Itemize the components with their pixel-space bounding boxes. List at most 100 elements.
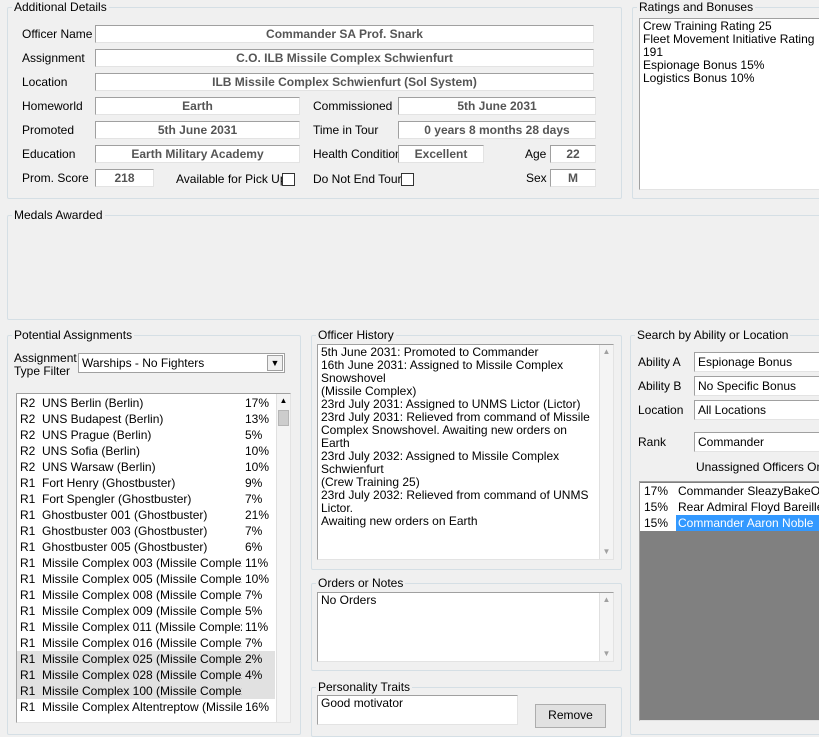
assignment-row[interactable]: R2 UNS Budapest (Berlin) 13%: [17, 411, 275, 427]
assignment-percent: 7%: [245, 492, 263, 506]
do-not-end-label: Do Not End Tour: [313, 172, 402, 186]
time-in-tour-field[interactable]: 0 years 8 months 28 days: [398, 121, 596, 139]
assignment-field[interactable]: C.O. ILB Missile Complex Schwienfurt: [95, 49, 594, 67]
assignment-code: R1: [20, 540, 36, 554]
commissioned-field[interactable]: 5th June 2031: [398, 97, 596, 115]
assignment-type-filter-select[interactable]: Warships - No Fighters ▼: [78, 353, 285, 373]
orders-scrollbar[interactable]: ▲ ▼: [599, 593, 613, 661]
available-checkbox[interactable]: [282, 173, 295, 186]
assignment-percent: 21%: [245, 508, 270, 522]
potential-assignments-list[interactable]: R2 UNS Berlin (Berlin) 17% R2 UNS Budapest (…: [16, 393, 291, 723]
assignment-row[interactable]: R2 UNS Warsaw (Berlin) 10%: [17, 459, 275, 475]
scroll-down-icon[interactable]: ▼: [600, 545, 613, 559]
search-result-row[interactable]: 15% Rear Admiral Floyd Bareilles: [640, 499, 819, 515]
assignment-percent: 7%: [245, 588, 263, 602]
assignment-name: Missile Complex Altentreptow (Missile Co…: [42, 700, 242, 714]
assignment-row[interactable]: R1 Fort Spengler (Ghostbuster) 7%: [17, 491, 275, 507]
assignment-percent: 13%: [245, 412, 270, 426]
assignment-percent: 17%: [245, 396, 270, 410]
scroll-up-icon[interactable]: ▲: [600, 593, 613, 607]
officer-name-label: Officer Name: [22, 27, 93, 41]
prom-score-field[interactable]: 218: [95, 169, 154, 187]
unassigned-only-label[interactable]: Unassigned Officers Only: [696, 459, 819, 475]
assignment-row[interactable]: R2 UNS Berlin (Berlin) 17%: [17, 395, 275, 411]
location-field[interactable]: ILB Missile Complex Schwienfurt (Sol Sys…: [95, 73, 594, 91]
rating-line: Logistics Bonus 10%: [643, 71, 755, 85]
search-result-name: Rear Admiral Floyd Bareilles: [678, 500, 819, 514]
assignment-code: R1: [20, 492, 36, 506]
available-label: Available for Pick Up: [176, 172, 287, 186]
assignment-name: Missile Complex 011 (Missile Complex): [42, 620, 242, 634]
education-field[interactable]: Earth Military Academy: [95, 145, 300, 163]
assignment-row[interactable]: R1 Ghostbuster 001 (Ghostbuster) 21%: [17, 507, 275, 523]
assignment-percent: 9%: [245, 476, 263, 490]
ratings-lines: Crew Training Rating 25 Fleet Movement In…: [640, 19, 819, 86]
history-line: 23rd July 2032: Relieved from command of…: [321, 488, 589, 515]
assignment-code: R1: [20, 556, 36, 570]
rank-select[interactable]: Commander: [694, 432, 819, 452]
health-field[interactable]: Excellent: [398, 145, 484, 163]
sex-label: Sex: [526, 171, 547, 185]
assignment-name: Missile Complex 025 (Missile Complex): [42, 652, 242, 666]
scroll-up-icon[interactable]: ▲: [600, 345, 613, 359]
assignment-row[interactable]: R1 Missile Complex 028 (Missile Complex) 4…: [17, 667, 275, 683]
chevron-down-icon[interactable]: ▼: [267, 355, 283, 371]
commissioned-label: Commissioned: [313, 99, 393, 113]
assignment-row[interactable]: R1 Missile Complex 100 (Missile Complex): [17, 683, 275, 699]
age-field[interactable]: 22: [550, 145, 596, 163]
traits-textbox[interactable]: Good motivator: [317, 695, 518, 725]
assignment-row[interactable]: R1 Missile Complex 009 (Missile Complex) 5…: [17, 603, 275, 619]
ability-a-select[interactable]: Espionage Bonus: [694, 352, 819, 372]
assignment-name: Missile Complex 009 (Missile Complex): [42, 604, 242, 618]
homeworld-label: Homeworld: [22, 99, 83, 113]
search-result-row[interactable]: 15% Commander Aaron Noble: [640, 515, 819, 531]
assignment-row[interactable]: R1 Missile Complex 016 (Missile Complex) 7…: [17, 635, 275, 651]
assignment-row[interactable]: R1 Fort Henry (Ghostbuster) 9%: [17, 475, 275, 491]
scroll-thumb[interactable]: [278, 410, 289, 426]
assignment-row[interactable]: R1 Ghostbuster 005 (Ghostbuster) 6%: [17, 539, 275, 555]
assignment-row[interactable]: R1 Ghostbuster 003 (Ghostbuster) 7%: [17, 523, 275, 539]
assignment-row[interactable]: R1 Missile Complex 025 (Missile Complex) 2…: [17, 651, 275, 667]
assignment-name: UNS Sofia (Berlin): [42, 444, 141, 458]
assignment-code: R2: [20, 444, 36, 458]
assignment-row[interactable]: R1 Missile Complex 005 (Missile Complex) 1…: [17, 571, 275, 587]
orders-textbox[interactable]: No Orders ▲ ▼: [317, 592, 614, 662]
potential-list-scrollbar[interactable]: ▲: [276, 394, 290, 722]
search-results-list[interactable]: 17% Commander SleazyBakeOven 15% Rear Admir…: [639, 481, 819, 721]
remove-trait-button[interactable]: Remove: [535, 704, 606, 728]
search-location-label: Location: [638, 403, 684, 417]
assignment-row[interactable]: R1 Missile Complex 003 (Missile Complex) 1…: [17, 555, 275, 571]
promoted-field[interactable]: 5th June 2031: [95, 121, 300, 139]
do-not-end-checkbox[interactable]: [401, 173, 414, 186]
assignment-row[interactable]: R2 UNS Sofia (Berlin) 10%: [17, 443, 275, 459]
scroll-down-icon[interactable]: ▼: [600, 647, 613, 661]
assignment-row[interactable]: R1 Missile Complex Altentreptow (Missile …: [17, 699, 275, 715]
officer-name-field[interactable]: Commander SA Prof. Snark: [95, 25, 594, 43]
officer-history-textbox[interactable]: 5th June 2031: Promoted to Commander 16th…: [317, 344, 614, 560]
traits-title: Personality Traits: [316, 680, 413, 694]
assignment-percent: 6%: [245, 540, 263, 554]
history-scrollbar[interactable]: ▲ ▼: [599, 345, 613, 559]
ratings-textbox[interactable]: Crew Training Rating 25 Fleet Movement In…: [639, 18, 819, 190]
assignment-name: Missile Complex 003 (Missile Complex): [42, 556, 242, 570]
assignment-row[interactable]: R1 Missile Complex 011 (Missile Complex) 1…: [17, 619, 275, 635]
ability-a-label: Ability A: [638, 355, 681, 369]
scroll-up-icon[interactable]: ▲: [277, 394, 290, 408]
potential-assignments-title: Potential Assignments: [12, 328, 135, 342]
time-in-tour-label: Time in Tour: [313, 123, 379, 137]
assignment-name: Missile Complex 005 (Missile Complex): [42, 572, 242, 586]
assignment-label: Assignment: [22, 51, 85, 65]
assignment-name: UNS Prague (Berlin): [42, 428, 152, 442]
ability-b-select[interactable]: No Specific Bonus: [694, 376, 819, 396]
homeworld-field[interactable]: Earth: [95, 97, 300, 115]
medals-group: Medals Awarded: [7, 208, 819, 320]
assignment-row[interactable]: R2 UNS Prague (Berlin) 5%: [17, 427, 275, 443]
sex-field[interactable]: M: [550, 169, 596, 187]
assignment-percent: 11%: [245, 556, 269, 570]
search-location-select[interactable]: All Locations: [694, 400, 819, 420]
assignment-row[interactable]: R1 Missile Complex 008 (Missile Complex) 7…: [17, 587, 275, 603]
search-result-percent: 17%: [644, 484, 669, 498]
search-result-row[interactable]: 17% Commander SleazyBakeOven: [640, 483, 819, 499]
assignment-code: R1: [20, 524, 36, 538]
assignment-name: UNS Warsaw (Berlin): [42, 460, 156, 474]
